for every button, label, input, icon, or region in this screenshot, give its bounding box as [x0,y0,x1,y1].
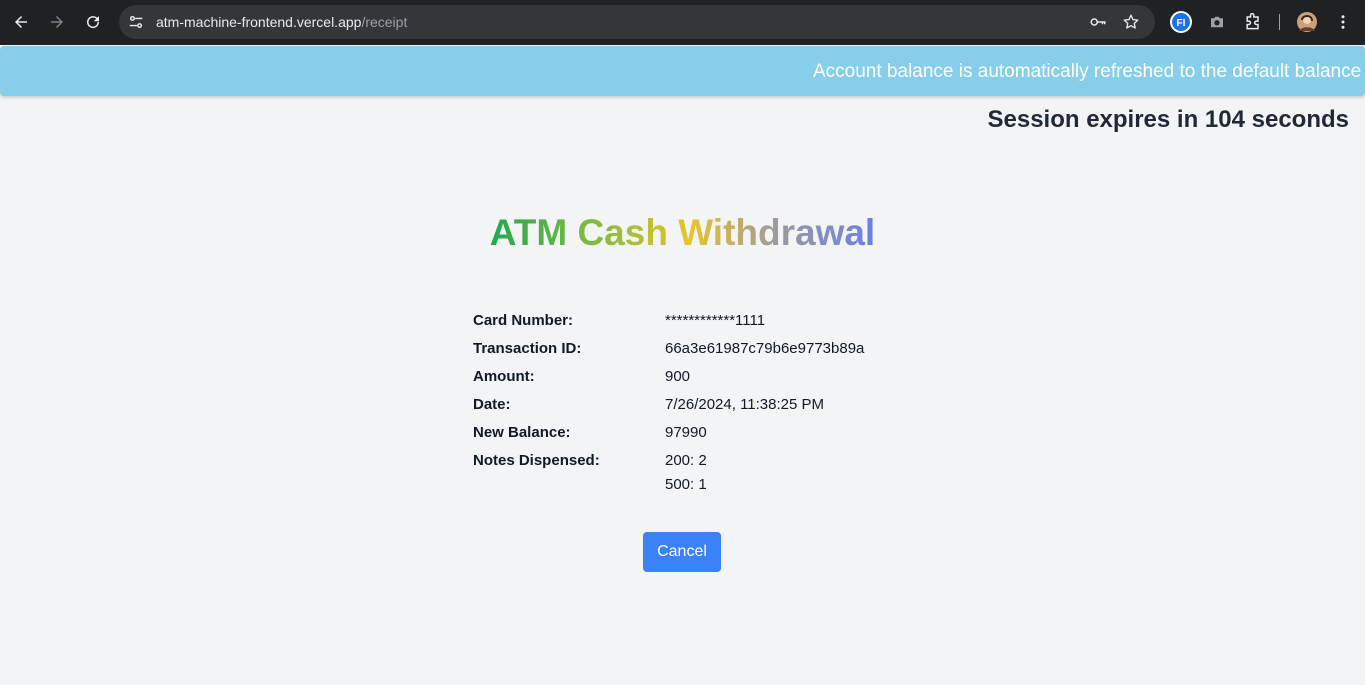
address-bar[interactable]: atm-machine-frontend.vercel.app/receipt [119,5,1155,39]
card-number-row: Card Number: ************1111 [473,310,893,338]
url-host: atm-machine-frontend.vercel.app [156,14,362,30]
svg-text:FI: FI [1177,18,1186,29]
card-number-value: ************1111 [665,312,766,329]
new-balance-label: New Balance: [473,424,571,441]
session-timer: Session expires in 104 seconds [987,106,1349,133]
url-text[interactable]: atm-machine-frontend.vercel.app/receipt [156,14,407,30]
profile-avatar[interactable] [1296,11,1318,33]
site-info-icon[interactable] [127,13,145,31]
star-icon[interactable] [1122,13,1140,31]
amount-label: Amount: [473,368,535,385]
card-number-label: Card Number: [473,312,574,329]
back-icon[interactable] [10,11,32,33]
key-icon[interactable] [1089,13,1107,31]
banner-text: Account balance is automatically refresh… [813,61,1362,82]
new-balance-value: 97990 [665,424,707,441]
notes-dispensed-row: Notes Dispensed: 200: 2 500: 1 [473,450,893,498]
reload-icon[interactable] [82,11,104,33]
cancel-button[interactable]: Cancel [643,532,721,572]
transaction-id-value: 66a3e61987c79b6e9773b89a [665,340,865,357]
transaction-id-row: Transaction ID: 66a3e61987c79b6e9773b89a [473,338,893,366]
amount-value: 900 [665,368,691,385]
notes-dispensed-list: 200: 2 500: 1 [665,450,707,498]
page-title-text: ATM Cash Withdrawal [489,212,876,253]
receipt-details: Card Number: ************1111 Transactio… [473,310,893,498]
notes-dispensed-label: Notes Dispensed: [473,452,600,469]
new-balance-row: New Balance: 97990 [473,422,893,450]
browser-toolbar: atm-machine-frontend.vercel.app/receipt … [0,0,1365,45]
menu-dots-icon[interactable] [1332,11,1354,33]
forward-icon[interactable] [46,11,68,33]
date-label: Date: [473,396,511,413]
puzzle-icon[interactable] [1242,11,1264,33]
date-value: 7/26/2024, 11:38:25 PM [665,396,825,413]
date-row: Date: 7/26/2024, 11:38:25 PM [473,394,893,422]
notes-item: 500: 1 [665,476,707,493]
notes-item: 200: 2 [665,452,707,469]
amount-row: Amount: 900 [473,366,893,394]
toolbar-divider [1279,14,1280,30]
transaction-id-label: Transaction ID: [473,340,582,357]
balance-refresh-banner: Account balance is automatically refresh… [0,46,1365,96]
extension-fi-icon[interactable]: FI [1170,11,1192,33]
url-path: /receipt [361,14,408,30]
camera-icon[interactable] [1206,11,1228,33]
page-title: ATM Cash Withdrawal [0,212,1365,254]
